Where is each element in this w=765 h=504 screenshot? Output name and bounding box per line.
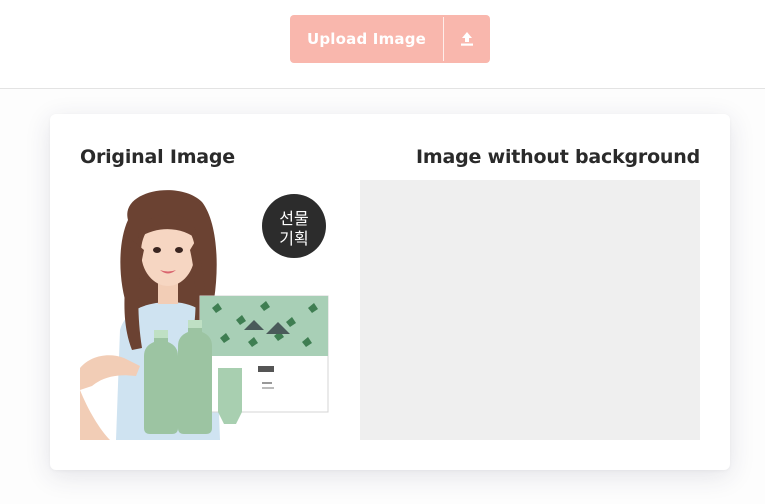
badge-line1: 선물 [279,209,308,228]
upload-image-button[interactable]: Upload Image [290,15,490,63]
upload-icon [444,15,490,63]
result-image-title: Image without background [416,146,700,168]
badge-line2: 기획 [279,229,308,248]
result-image-placeholder [360,180,700,440]
upload-button-label: Upload Image [306,30,427,48]
top-bar: Upload Image [0,0,765,89]
original-image: 선물 기획 [80,180,338,440]
result-card: Original Image Image without background [50,114,730,470]
original-image-title: Original Image [80,146,235,168]
